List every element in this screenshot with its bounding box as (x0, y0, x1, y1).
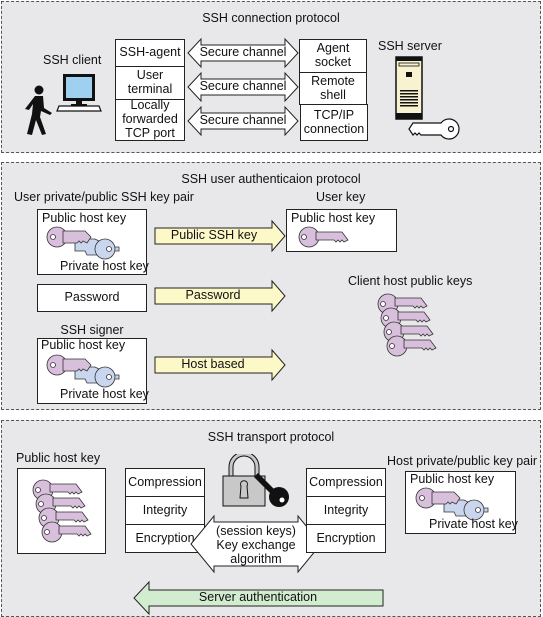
keypair-private-label: Private host key (60, 259, 149, 273)
secure-channel-label-3: Secure channel (199, 113, 287, 128)
host-pair-public-label: Public host key (410, 472, 495, 486)
ssh-client-label: SSH client (43, 53, 102, 67)
secure-channel-label-2: Secure channel (199, 79, 287, 94)
user-key-public-label: Public host key (291, 211, 376, 225)
connection-protocol-panel: SSH connection protocol SSH client SSH s… (1, 1, 541, 153)
client-compression-cell: Compression (125, 468, 205, 497)
server-cell-tcpip-connection: TCP/IP connection (300, 104, 368, 141)
key-pair-icon (46, 226, 120, 260)
server-integrity-cell: Integrity (306, 496, 386, 525)
host-based-label: Host based (181, 357, 245, 372)
ssh-server-label: SSH server (378, 39, 442, 53)
password-box: Password (37, 284, 147, 312)
host-pair-private-label: Private host key (429, 517, 518, 531)
public-ssh-key-label: Public SSH key (170, 228, 258, 243)
public-key-icon (298, 226, 349, 248)
client-cell-ssh-agent: SSH-agent (115, 39, 185, 67)
client-cell-forwarded-port: Locally forwarded TCP port (115, 99, 185, 141)
user-auth-protocol-title: SSH user authenticaion protocol (181, 172, 361, 186)
keypair-public-label: Public host key (42, 211, 127, 225)
transport-protocol-title: SSH transport protocol (207, 430, 335, 444)
server-cell-agent-socket: Agent socket (299, 39, 367, 73)
transport-protocol-panel: SSH transport protocol Public host key C… (1, 420, 541, 617)
public-keys-stack-icon (377, 293, 437, 357)
user-key-heading: User key (316, 190, 366, 204)
person-walking-icon (25, 85, 52, 135)
key-icon (408, 118, 460, 140)
public-host-key-heading: Public host key (16, 451, 101, 465)
user-auth-protocol-panel: SSH user authenticaion protocol User pri… (1, 162, 541, 410)
client-cell-user-terminal: User terminal (115, 66, 185, 100)
secure-channel-label-1: Secure channel (199, 45, 287, 60)
client-host-keys-heading: Client host public keys (348, 274, 473, 288)
key-exchange-label: (session keys) Key exchange algorithm (216, 524, 296, 566)
host-pair-heading: Host private/public key pair (387, 454, 538, 468)
keypair-heading: User private/public SSH key pair (14, 190, 194, 204)
signer-public-label: Public host key (41, 338, 126, 352)
key-icon (254, 473, 289, 507)
server-auth-label: Server authentication (198, 590, 318, 605)
server-compression-cell: Compression (306, 468, 386, 497)
signer-heading: SSH signer (60, 323, 124, 337)
password-arrow-label: Password (185, 288, 241, 303)
server-cell-remote-shell: Remote shell (299, 72, 367, 105)
key-pair-icon (46, 354, 120, 388)
signer-private-label: Private host key (60, 387, 149, 401)
computer-monitor-icon (56, 74, 102, 112)
public-keys-stack-icon (32, 479, 92, 543)
server-encryption-cell: Encryption (306, 524, 386, 553)
connection-protocol-title: SSH connection protocol (202, 11, 340, 25)
server-tower-icon (395, 56, 423, 120)
